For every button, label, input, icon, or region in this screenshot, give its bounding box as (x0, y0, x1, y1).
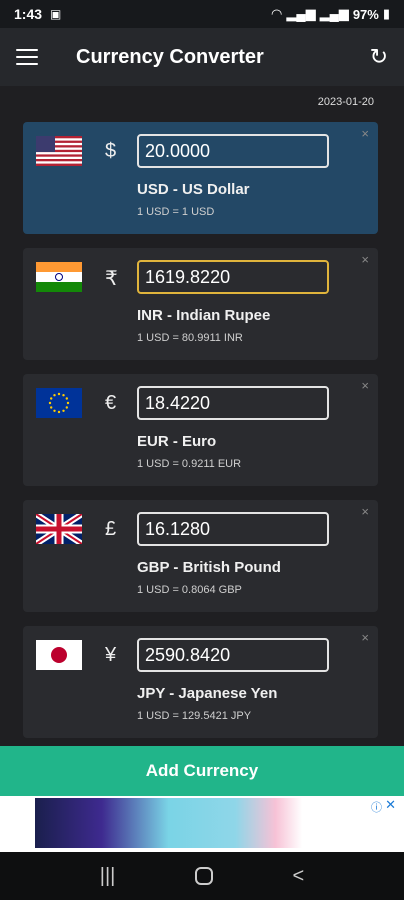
currency-symbol: € (105, 392, 117, 414)
amount-input-jpy[interactable] (137, 638, 329, 672)
app-title: Currency Converter (76, 45, 264, 68)
amount-input-inr[interactable] (137, 260, 329, 294)
currency-card-gbp[interactable]: £ GBP - British Pound 1 USD = 0.8064 GBP… (23, 500, 378, 612)
status-time: 1:43 (14, 6, 43, 22)
signal-icon: ▂▄▆ (286, 6, 316, 21)
amount-input-usd[interactable] (137, 134, 329, 168)
battery-percent: 97% (352, 6, 379, 22)
currency-list: 2023-01-20 $ USD - US Dollar 1 USD = 1 U… (0, 86, 404, 746)
ad-close-icon[interactable]: ✕ (385, 797, 396, 813)
status-icons: ◠ ▂▄▆ ▂▄▆ 97% ▮ (271, 6, 390, 22)
exchange-rate: 1 USD = 1 USD (137, 206, 215, 218)
us-flag-icon (36, 136, 82, 166)
app-bar: Currency Converter ↻ (0, 28, 404, 86)
currency-name: EUR - Euro (137, 433, 217, 450)
back-icon[interactable]: < (293, 865, 305, 888)
currency-name: GBP - British Pound (137, 559, 281, 576)
exchange-rate: 1 USD = 0.8064 GBP (137, 584, 242, 596)
system-nav-bar: ||| < (0, 852, 404, 900)
currency-symbol: $ (105, 140, 117, 162)
wifi-icon: ◠ (271, 6, 283, 21)
amount-input-eur[interactable] (137, 386, 329, 420)
currency-name: USD - US Dollar (137, 181, 250, 198)
signal-icon-2: ▂▄▆ (319, 6, 349, 21)
remove-card-icon[interactable]: × (361, 252, 369, 267)
currency-card-inr[interactable]: ₹ INR - Indian Rupee 1 USD = 80.9911 INR… (23, 248, 378, 360)
menu-icon[interactable] (16, 49, 38, 65)
exchange-rate: 1 USD = 129.5421 JPY (137, 710, 252, 722)
eu-flag-icon (36, 388, 82, 418)
currency-name: JPY - Japanese Yen (137, 685, 278, 702)
currency-name: INR - Indian Rupee (137, 307, 271, 324)
status-bar: 1:43 ▣ ◠ ▂▄▆ ▂▄▆ 97% ▮ (0, 0, 404, 28)
gallery-icon: ▣ (50, 7, 62, 21)
exchange-rate: 1 USD = 0.9211 EUR (137, 458, 242, 470)
recent-apps-icon[interactable]: ||| (100, 865, 116, 888)
currency-symbol: £ (105, 518, 117, 540)
remove-card-icon[interactable]: × (361, 378, 369, 393)
ad-image[interactable] (35, 798, 369, 848)
home-icon[interactable] (194, 867, 213, 885)
india-flag-icon (36, 262, 82, 292)
ad-info-icon[interactable]: ⓘ (371, 799, 382, 815)
add-currency-button[interactable]: Add Currency (0, 746, 404, 796)
currency-card-usd[interactable]: $ USD - US Dollar 1 USD = 1 USD × (23, 122, 378, 234)
remove-card-icon[interactable]: × (361, 504, 369, 519)
uk-flag-icon (36, 514, 82, 544)
rates-date: 2023-01-20 (317, 96, 374, 108)
remove-card-icon[interactable]: × (361, 126, 369, 141)
japan-flag-icon (36, 640, 82, 670)
currency-symbol: ¥ (105, 644, 117, 666)
battery-icon: ▮ (382, 6, 390, 21)
currency-card-eur[interactable]: € EUR - Euro 1 USD = 0.9211 EUR × (23, 374, 378, 486)
amount-input-gbp[interactable] (137, 512, 329, 546)
currency-card-jpy[interactable]: ¥ JPY - Japanese Yen 1 USD = 129.5421 JP… (23, 626, 378, 738)
exchange-rate: 1 USD = 80.9911 INR (137, 332, 243, 344)
remove-card-icon[interactable]: × (361, 630, 369, 645)
ad-banner[interactable]: ⓘ ✕ (0, 796, 404, 852)
currency-symbol: ₹ (105, 268, 118, 290)
refresh-icon[interactable]: ↻ (370, 44, 388, 70)
